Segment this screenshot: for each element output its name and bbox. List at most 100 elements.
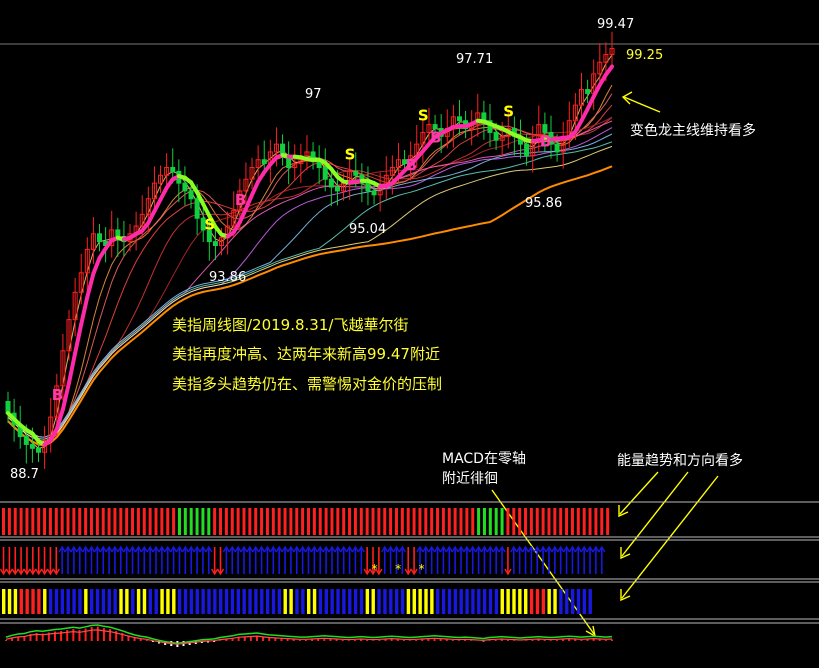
- energy-bar: [224, 508, 228, 535]
- direction-star: *: [419, 562, 425, 576]
- energy-bar: [312, 508, 316, 535]
- candle-body: [456, 116, 462, 122]
- trend-bar: [588, 589, 592, 614]
- energy-bar: [524, 508, 528, 535]
- candle-body: [524, 143, 530, 157]
- energy-bar: [72, 508, 76, 535]
- energy-bar: [189, 508, 193, 535]
- trend-bar: [107, 589, 111, 614]
- energy-bar: [37, 508, 41, 535]
- energy-panel: [2, 508, 610, 535]
- energy-bar: [142, 508, 146, 535]
- price-label-high: 99.47: [597, 17, 634, 32]
- candle-body: [29, 443, 35, 449]
- signal-S: S: [345, 145, 356, 163]
- energy-bar: [107, 508, 111, 535]
- trend-bar: [312, 589, 317, 614]
- energy-bar: [353, 508, 357, 535]
- trend-bar: [565, 589, 569, 614]
- trend-bar: [524, 589, 528, 614]
- price-label-9386: 93.86: [209, 270, 246, 285]
- trend-bar: [547, 589, 551, 614]
- chart-canvas: BSBSBSBSB 99.47 99.25 97.71 97 95.86 95.…: [0, 17, 819, 647]
- energy-bar: [576, 508, 580, 535]
- energy-bar: [148, 508, 152, 535]
- trend-bar: [330, 589, 334, 614]
- trend-bar: [307, 589, 311, 614]
- energy-bar: [394, 508, 398, 535]
- ma-line-36: [7, 127, 613, 442]
- main-line-segment: [250, 179, 261, 197]
- trend-bar: [201, 589, 205, 614]
- main-line-segment: [243, 192, 255, 211]
- candle-body: [371, 190, 377, 196]
- trend-bar: [500, 589, 504, 614]
- energy-bar: [242, 508, 246, 535]
- annotation-macd-1: MACD在零轴: [442, 451, 526, 467]
- main-line-segment: [67, 351, 78, 385]
- trend-bar: [224, 589, 229, 614]
- signal-S: S: [204, 216, 215, 234]
- trend-bar: [336, 589, 340, 614]
- annotation-line-3: 美指多头趋势仍在、需警惕对金价的压制: [172, 375, 442, 393]
- trend-bar: [512, 589, 516, 614]
- trend-bar: [101, 589, 106, 614]
- energy-bar: [183, 508, 187, 535]
- direction-star: *: [372, 562, 378, 576]
- energy-bar: [254, 508, 258, 535]
- energy-bar: [400, 508, 404, 535]
- trend-bar: [418, 589, 422, 614]
- energy-bar: [154, 508, 158, 535]
- candle-body: [334, 186, 340, 192]
- energy-bar: [348, 508, 352, 535]
- energy-bar: [529, 508, 533, 535]
- trend-bar: [113, 589, 117, 614]
- trend-bar: [465, 589, 469, 614]
- trend-bar: [13, 589, 18, 614]
- candle-body: [493, 131, 499, 141]
- energy-bar: [207, 508, 211, 535]
- trend-bar: [389, 589, 393, 614]
- trend-bar: [400, 589, 405, 614]
- annotation-line-2: 美指再度冲高、达两年来新高99.47附近: [172, 345, 440, 363]
- energy-bar: [606, 508, 610, 535]
- energy-bar: [277, 508, 281, 535]
- trend-bar: [43, 589, 47, 614]
- energy-bar: [43, 508, 47, 535]
- trend-bar: [424, 589, 428, 614]
- signal-S: S: [503, 103, 514, 121]
- trend-bar: [301, 589, 305, 614]
- trend-bar: [142, 589, 147, 614]
- trend-bar: [60, 589, 65, 614]
- trend-bar: [119, 589, 123, 614]
- candle-body: [585, 89, 591, 94]
- main-line-segment: [585, 94, 596, 112]
- trend-bar: [494, 589, 499, 614]
- trend-bar: [488, 589, 493, 614]
- energy-bar: [430, 508, 434, 535]
- trend-bar: [477, 589, 481, 614]
- direction-panel: * * *: [0, 545, 606, 576]
- main-line-segment: [60, 380, 72, 412]
- energy-bar: [177, 508, 181, 535]
- annotation-dragon: 变色龙主线维持看多: [630, 122, 756, 139]
- energy-bar: [166, 508, 170, 535]
- energy-bar: [195, 508, 199, 535]
- trend-bar: [436, 589, 440, 614]
- candle-body: [23, 436, 29, 445]
- energy-bar: [570, 508, 574, 535]
- trend-bar: [441, 589, 446, 614]
- trend-bar: [95, 589, 100, 614]
- energy-bar: [260, 508, 264, 535]
- signal-B: B: [540, 132, 551, 150]
- trend-bar: [394, 589, 399, 614]
- trend-bar: [19, 589, 23, 614]
- trend-bar: [295, 589, 299, 614]
- trend-bar: [430, 589, 434, 614]
- energy-bar: [594, 508, 598, 535]
- trend-bar: [359, 589, 364, 614]
- trend-bar: [177, 589, 182, 614]
- trend-bar: [31, 589, 35, 614]
- energy-bar: [500, 508, 504, 535]
- candle-body: [97, 233, 103, 243]
